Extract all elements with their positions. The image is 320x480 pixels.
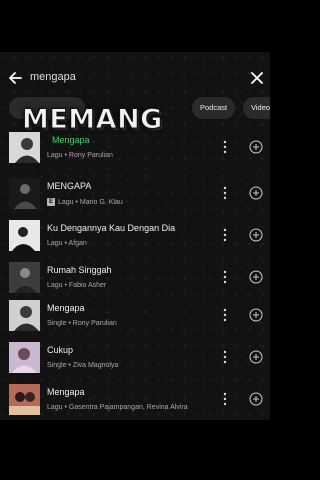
track-subtitle-text: Lagu • Afgan	[47, 240, 87, 247]
list-item[interactable]: Ku Dengannya Kau Dengan Dia Lagu • Afgan	[0, 220, 270, 256]
search-screen: mengapa Podcast Video MEMANG Mengapa Lag…	[0, 52, 270, 420]
add-circle-icon[interactable]	[249, 350, 263, 364]
more-options-icon[interactable]	[221, 140, 229, 154]
filter-chip-podcast[interactable]: Podcast	[192, 97, 236, 119]
track-title: Mengapa	[52, 135, 90, 145]
more-options-icon[interactable]	[221, 308, 229, 322]
close-icon[interactable]	[248, 69, 266, 87]
search-input[interactable]: mengapa	[30, 71, 76, 83]
track-subtitle: Lagu • Rony Parulian	[47, 152, 113, 159]
track-title: MENGAPA	[47, 181, 92, 191]
add-circle-icon[interactable]	[249, 308, 263, 322]
track-title: Ku Dengannya Kau Dengan Dia	[47, 223, 176, 233]
list-item[interactable]: Rumah Singgah Lagu • Fabio Asher	[0, 262, 270, 298]
more-options-icon[interactable]	[221, 392, 229, 406]
album-art	[9, 300, 40, 331]
list-item[interactable]: Mengapa Lagu • Rony Parulian	[0, 132, 270, 168]
track-subtitle-text: Lagu • Fabio Asher	[47, 282, 107, 289]
track-title: Cukup	[47, 345, 74, 355]
filter-chip-video[interactable]: Video	[243, 97, 270, 119]
add-circle-icon[interactable]	[249, 392, 263, 406]
track-subtitle-text: Single • Ziva Magnolya	[47, 362, 119, 369]
list-item[interactable]: Mengapa Single • Rony Parulian	[0, 300, 270, 336]
track-title: Mengapa	[47, 303, 85, 313]
track-subtitle: Single • Rony Parulian	[47, 320, 117, 327]
album-art	[9, 220, 40, 251]
more-options-icon[interactable]	[221, 228, 229, 242]
track-subtitle-text: Single • Rony Parulian	[47, 320, 117, 327]
overlay-caption: MEMANG	[22, 104, 163, 136]
track-subtitle-text: Lagu • Mario G. Klau	[58, 198, 123, 206]
add-circle-icon[interactable]	[249, 228, 263, 242]
album-art	[9, 384, 40, 415]
add-circle-icon[interactable]	[249, 270, 263, 284]
list-item[interactable]: Cukup Single • Ziva Magnolya	[0, 342, 270, 378]
more-options-icon[interactable]	[221, 350, 229, 364]
back-arrow-icon[interactable]	[6, 69, 24, 87]
add-circle-icon[interactable]	[249, 140, 263, 154]
track-subtitle: Lagu • Gasentra Pajampangan, Revina Alvi…	[47, 404, 188, 411]
track-subtitle-text: Lagu • Gasentra Pajampangan, Revina Alvi…	[47, 404, 188, 411]
album-art	[9, 132, 40, 163]
list-item[interactable]: Mengapa Lagu • Gasentra Pajampangan, Rev…	[0, 384, 270, 420]
track-subtitle: Lagu • Afgan	[47, 240, 87, 247]
list-item[interactable]: MENGAPA E Lagu • Mario G. Klau	[0, 178, 270, 214]
track-subtitle: E Lagu • Mario G. Klau	[47, 198, 123, 206]
search-bar: mengapa	[0, 64, 270, 92]
track-title: Mengapa	[47, 387, 85, 397]
track-title: Rumah Singgah	[47, 265, 112, 275]
track-subtitle: Lagu • Fabio Asher	[47, 282, 106, 289]
track-subtitle-text: Lagu • Rony Parulian	[47, 152, 113, 159]
album-art	[9, 178, 40, 209]
more-options-icon[interactable]	[221, 186, 229, 200]
album-art	[9, 342, 40, 373]
add-circle-icon[interactable]	[249, 186, 263, 200]
album-art	[9, 262, 40, 293]
track-subtitle: Single • Ziva Magnolya	[47, 362, 118, 369]
explicit-badge: E	[47, 198, 55, 206]
more-options-icon[interactable]	[221, 270, 229, 284]
